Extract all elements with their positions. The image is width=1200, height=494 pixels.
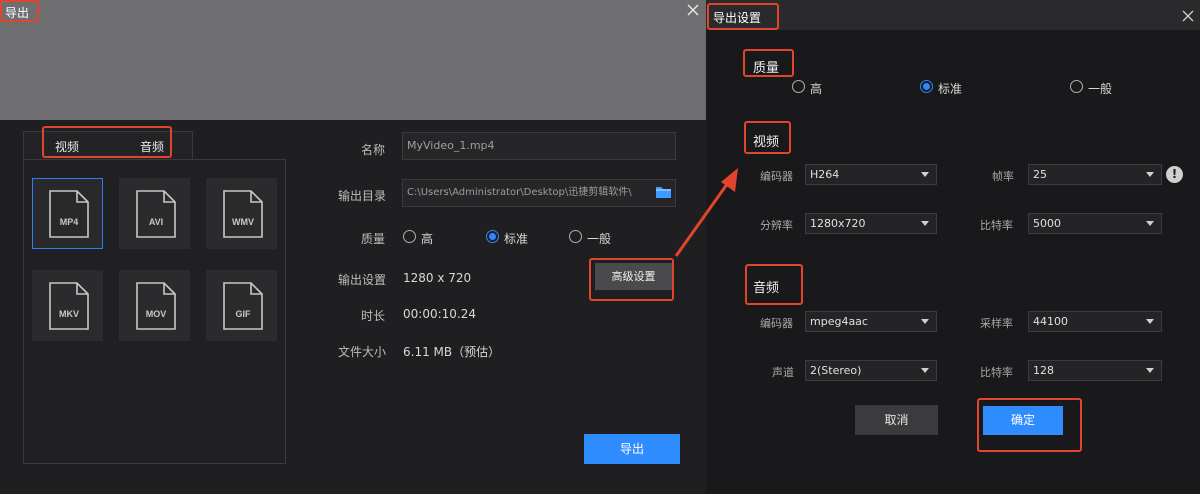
quality-radio-high[interactable] (792, 80, 805, 93)
samplerate-label: 采样率 (980, 317, 1013, 330)
duration-label: 时长 (361, 309, 386, 323)
resolution-select[interactable]: 1280x720 (805, 213, 937, 234)
name-input[interactable]: MyVideo_1.mp4 (402, 132, 676, 160)
quality-option-high: 高 (810, 82, 823, 96)
video-encoder-select[interactable]: H264 (805, 164, 937, 185)
framerate-label: 帧率 (992, 170, 1014, 183)
quality-radio-normal[interactable] (569, 230, 582, 243)
format-tile-mov[interactable]: MOV (119, 270, 190, 341)
audio-bitrate-select[interactable]: 128 (1028, 360, 1162, 381)
output-settings-label: 输出设置 (338, 273, 387, 287)
chevron-down-icon (1146, 221, 1154, 226)
duration-value: 00:00:10.24 (403, 307, 476, 321)
export-settings-dialog: 导出设置 质量 高 标准 一般 视频 编码器 H264 帧率 25 ! 分辨率 … (706, 0, 1200, 494)
quality-option-normal: 一般 (1088, 82, 1113, 96)
file-size-label: 文件大小 (338, 345, 387, 359)
file-icon: WMV (223, 190, 263, 238)
format-tab-bar: 视频 音频 (23, 131, 193, 160)
samplerate-select[interactable]: 44100 (1028, 311, 1162, 332)
quality-radio-standard[interactable] (486, 230, 499, 243)
samplerate-value: 44100 (1033, 315, 1068, 328)
video-encoder-label: 编码器 (760, 170, 793, 183)
format-label: MP4 (60, 217, 79, 227)
info-icon[interactable]: ! (1166, 166, 1183, 183)
audio-encoder-label: 编码器 (760, 317, 793, 330)
dialog-titlebar: 导出设置 (706, 0, 1200, 30)
video-encoder-value: H264 (810, 168, 840, 181)
audio-bitrate-value: 128 (1033, 364, 1054, 377)
framerate-value: 25 (1033, 168, 1047, 181)
format-label: GIF (236, 309, 252, 319)
quality-option-high: 高 (421, 232, 434, 246)
video-section-title: 视频 (753, 135, 780, 150)
quality-section-title: 质量 (753, 61, 780, 76)
file-size-value: 6.11 MB（预估） (403, 345, 501, 359)
export-button[interactable]: 导出 (584, 434, 680, 464)
output-settings-value: 1280 x 720 (403, 271, 472, 285)
channel-select[interactable]: 2(Stereo) (805, 360, 937, 381)
audio-encoder-value: mpeg4aac (810, 315, 868, 328)
quality-label: 质量 (361, 232, 386, 246)
chevron-down-icon (921, 172, 929, 177)
confirm-button[interactable]: 确定 (983, 406, 1063, 435)
output-dir-label: 输出目录 (338, 189, 387, 203)
chevron-down-icon (1146, 319, 1154, 324)
name-label: 名称 (361, 143, 386, 157)
tab-audio[interactable]: 音频 (140, 138, 164, 155)
audio-bitrate-label: 比特率 (980, 366, 1013, 379)
close-icon[interactable] (684, 1, 702, 19)
chevron-down-icon (921, 221, 929, 226)
format-label: MKV (59, 309, 79, 319)
quality-option-standard: 标准 (504, 232, 529, 246)
format-tile-mkv[interactable]: MKV (32, 270, 103, 341)
format-tile-wmv[interactable]: WMV (206, 178, 277, 249)
audio-encoder-select[interactable]: mpeg4aac (805, 311, 937, 332)
file-icon: MKV (49, 282, 89, 330)
quality-option-standard: 标准 (938, 82, 963, 96)
format-label: WMV (232, 217, 254, 227)
chevron-down-icon (1146, 368, 1154, 373)
channel-value: 2(Stereo) (810, 364, 862, 377)
folder-icon[interactable] (655, 185, 672, 199)
dialog-title: 导出设置 (713, 11, 762, 25)
tab-video[interactable]: 视频 (55, 138, 79, 155)
export-window: 导出 视频 音频 MP4 AVI WMV MKV MOV GIF 名称 MyVi… (0, 0, 706, 494)
video-bitrate-value: 5000 (1033, 217, 1061, 230)
output-dir-input[interactable]: C:\Users\Administrator\Desktop\迅捷剪辑软件\ (402, 179, 676, 207)
file-icon: MP4 (49, 190, 89, 238)
resolution-value: 1280x720 (810, 217, 866, 230)
cancel-button[interactable]: 取消 (855, 405, 938, 435)
chevron-down-icon (921, 368, 929, 373)
format-tile-gif[interactable]: GIF (206, 270, 277, 341)
audio-section-title: 音频 (753, 281, 780, 296)
quality-radio-high[interactable] (403, 230, 416, 243)
file-icon: GIF (223, 282, 263, 330)
framerate-select[interactable]: 25 (1028, 164, 1162, 185)
chevron-down-icon (921, 319, 929, 324)
quality-radio-standard[interactable] (920, 80, 933, 93)
window-title: 导出 (5, 6, 30, 20)
file-icon: MOV (136, 282, 176, 330)
resolution-label: 分辨率 (760, 219, 793, 232)
quality-option-normal: 一般 (587, 232, 612, 246)
chevron-down-icon (1146, 172, 1154, 177)
file-icon: AVI (136, 190, 176, 238)
format-label: MOV (146, 309, 167, 319)
video-bitrate-select[interactable]: 5000 (1028, 213, 1162, 234)
preview-area: 导出 (0, 0, 706, 120)
advanced-settings-button[interactable]: 高级设置 (595, 263, 672, 290)
format-tile-avi[interactable]: AVI (119, 178, 190, 249)
format-label: AVI (149, 217, 163, 227)
video-bitrate-label: 比特率 (980, 219, 1013, 232)
channel-label: 声道 (772, 366, 794, 379)
quality-radio-normal[interactable] (1070, 80, 1083, 93)
format-tile-mp4[interactable]: MP4 (32, 178, 103, 249)
close-icon[interactable] (1180, 8, 1196, 24)
